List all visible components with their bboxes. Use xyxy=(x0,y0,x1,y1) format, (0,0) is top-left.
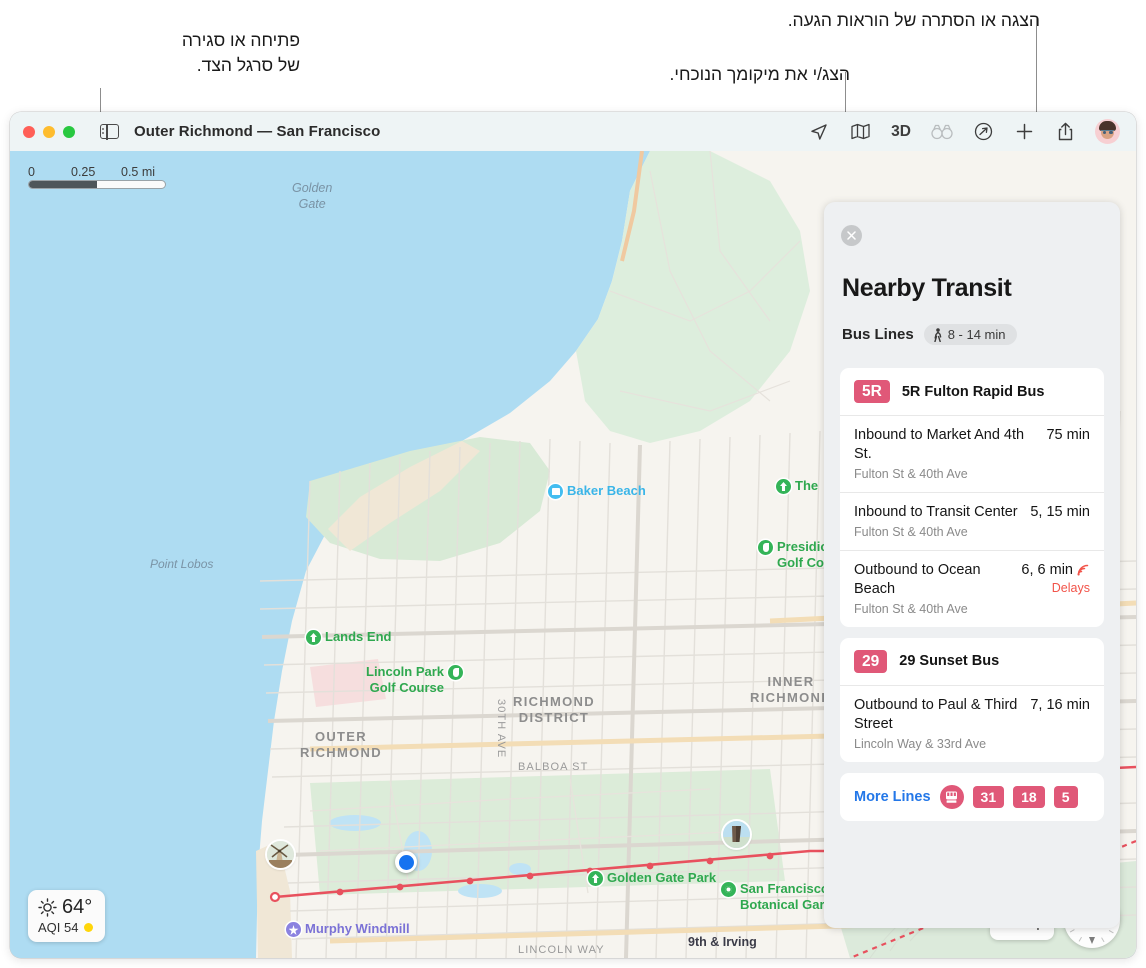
map-mode-icon[interactable] xyxy=(849,121,871,143)
scale-tick-0.5: 0.5 mi xyxy=(121,165,156,179)
callout-directions: הצגה או הסתרה של הוראות הגעה. xyxy=(787,10,1040,30)
titlebar: Outer Richmond — San Francisco 3D xyxy=(10,112,1136,152)
transit-line-header[interactable]: 5R 5R Fulton Rapid Bus xyxy=(840,368,1104,415)
nearby-transit-panel: Nearby Transit Bus Lines 8 - 14 min 5R 5… xyxy=(824,202,1120,928)
transit-line-header[interactable]: 29 29 Sunset Bus xyxy=(840,638,1104,685)
transit-departure-row[interactable]: Outbound to Ocean Beach Fulton St & 40th… xyxy=(840,549,1104,627)
transit-line-card[interactable]: 5R 5R Fulton Rapid Bus Inbound to Market… xyxy=(840,368,1104,627)
departure-eta: 75 min xyxy=(1046,427,1090,444)
more-line-badge[interactable]: 5 xyxy=(1053,785,1078,808)
weather-temperature: 64° xyxy=(62,896,93,918)
callout-location-leader xyxy=(845,72,846,115)
scale-tick-0.25: 0.25 xyxy=(71,165,96,179)
callout-sidebar: פתיחה או סגירה של סרגל הצד. xyxy=(181,30,300,76)
line-name: 5R Fulton Rapid Bus xyxy=(901,383,1045,400)
weather-widget[interactable]: 64° AQI 54 xyxy=(28,890,106,942)
callout-directions-leader xyxy=(1036,18,1037,115)
sidebar-toggle-icon[interactable] xyxy=(100,123,119,140)
more-line-badge[interactable]: 31 xyxy=(972,785,1005,808)
live-signal-icon xyxy=(1077,564,1089,576)
bus-lines-label: Bus Lines xyxy=(842,326,914,343)
look-around-icon[interactable] xyxy=(931,121,953,143)
departure-delay: Delays xyxy=(1051,580,1090,595)
page-title: Outer Richmond — San Francisco xyxy=(134,123,381,140)
walk-time-chip: 8 - 14 min xyxy=(923,324,1017,345)
transit-departure-row[interactable]: Outbound to Paul & Third Street Lincoln … xyxy=(840,684,1104,762)
sun-icon xyxy=(38,898,57,917)
line-name: 29 Sunset Bus xyxy=(899,653,1000,670)
scale-tick-0: 0 xyxy=(28,165,35,179)
map-scale-bar: 0 0.25 0.5 mi xyxy=(28,165,166,189)
landmark-de-young-icon[interactable] xyxy=(723,821,750,848)
current-location-icon[interactable] xyxy=(808,121,830,143)
close-icon[interactable] xyxy=(841,225,862,246)
three-d-toggle[interactable]: 3D xyxy=(890,121,912,143)
transit-lines-list: 5R 5R Fulton Rapid Bus Inbound to Market… xyxy=(840,368,1104,821)
compass-south-needle xyxy=(1089,937,1095,944)
maps-window: Outer Richmond — San Francisco 3D 0 0.25… xyxy=(10,112,1136,958)
current-location-dot xyxy=(395,851,417,873)
toolbar: 3D xyxy=(808,119,1120,144)
departure-stop: Lincoln Way & 33rd Ave xyxy=(854,736,987,751)
landmark-murphy-windmill-icon[interactable] xyxy=(267,841,294,868)
departure-eta: 6, 6 min xyxy=(1021,561,1073,578)
directions-icon[interactable] xyxy=(972,121,994,143)
departure-stop: Fulton St & 40th Ave xyxy=(854,524,968,539)
transit-departure-row[interactable]: Inbound to Market And 4th St. Fulton St … xyxy=(840,415,1104,492)
transit-departure-row[interactable]: Inbound to Transit Center Fulton St & 40… xyxy=(840,492,1104,550)
add-icon[interactable] xyxy=(1013,121,1035,143)
departure-destination: Outbound to Paul & Third Street xyxy=(854,696,1018,732)
transit-line-card[interactable]: 29 29 Sunset Bus Outbound to Paul & Thir… xyxy=(840,637,1104,762)
bus-icon xyxy=(939,784,964,809)
departure-stop: Fulton St & 40th Ave xyxy=(854,601,968,616)
more-lines-row[interactable]: More Lines 31 18 5 xyxy=(840,772,1104,821)
zoom-window-button[interactable] xyxy=(63,125,75,138)
departure-eta: 7, 16 min xyxy=(1030,696,1090,713)
window-controls[interactable] xyxy=(23,125,75,138)
callout-location: הצג/י את מיקומך הנוכחי. xyxy=(669,64,850,84)
line-badge: 29 xyxy=(854,649,888,673)
more-line-badge[interactable]: 18 xyxy=(1013,785,1045,808)
departure-destination: Inbound to Transit Center xyxy=(854,504,1018,521)
panel-title: Nearby Transit xyxy=(842,274,1012,302)
weather-aqi: AQI 54 xyxy=(38,920,79,935)
panel-subheader: Bus Lines 8 - 14 min xyxy=(842,324,1017,345)
walk-time-text: 8 - 14 min xyxy=(947,327,1006,342)
departure-stop: Fulton St & 40th Ave xyxy=(854,467,968,482)
departure-destination: Outbound to Ocean Beach xyxy=(854,561,981,597)
close-window-button[interactable] xyxy=(23,125,35,138)
more-lines-label[interactable]: More Lines xyxy=(854,789,931,805)
walking-icon xyxy=(933,327,941,342)
line-badge: 5R xyxy=(854,380,890,404)
callout-sidebar-leader xyxy=(100,88,101,114)
departure-eta: 5, 15 min xyxy=(1030,504,1090,521)
minimize-window-button[interactable] xyxy=(43,125,55,138)
aqi-status-dot xyxy=(84,923,94,932)
share-icon[interactable] xyxy=(1054,121,1076,143)
account-avatar[interactable] xyxy=(1095,119,1120,144)
departure-destination: Inbound to Market And 4th St. xyxy=(854,427,1025,463)
map-canvas[interactable]: 0 0.25 0.5 mi Golden Gate Point Lobos Ba… xyxy=(10,151,1136,958)
